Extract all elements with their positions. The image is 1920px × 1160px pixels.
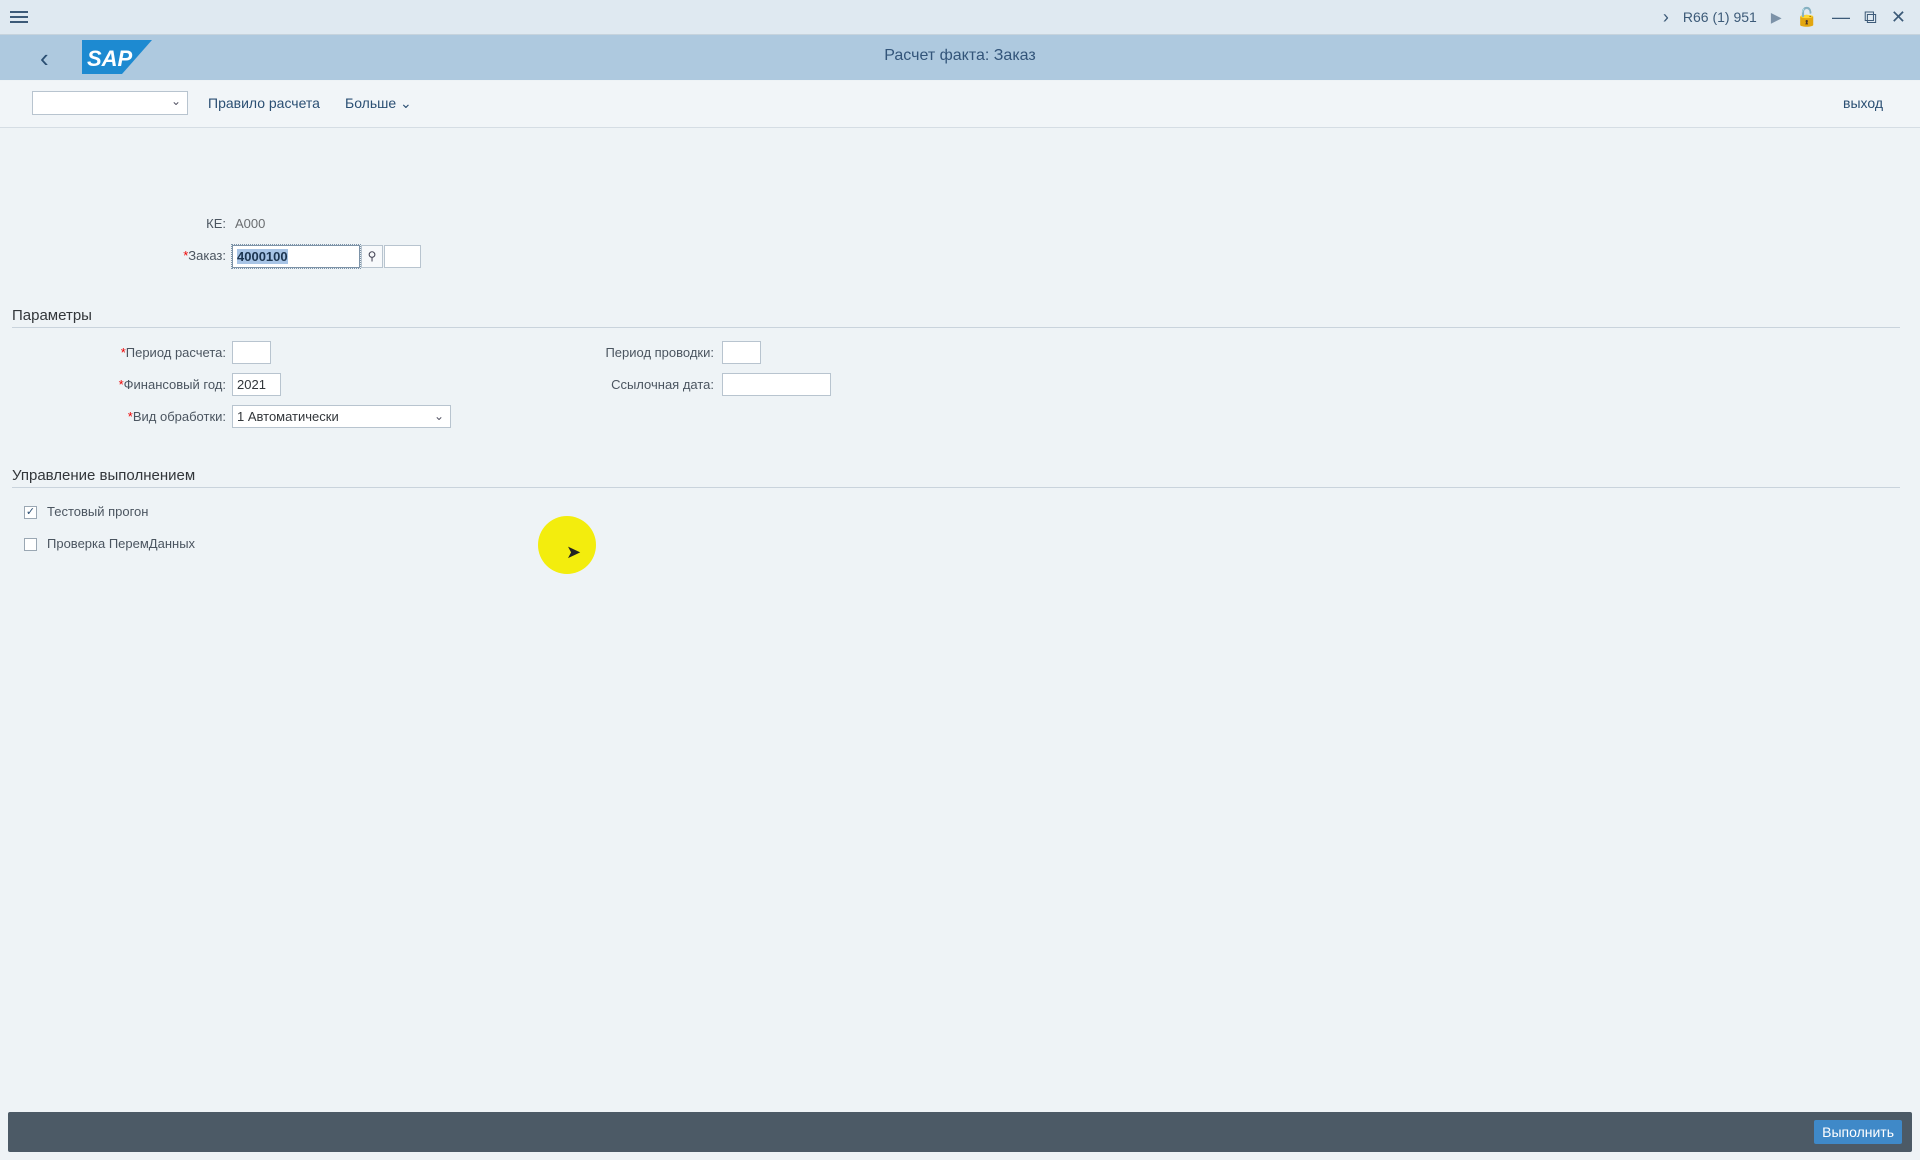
more-menu-button[interactable]: Больше ⌄ <box>345 95 412 112</box>
params-section-title: Параметры <box>12 307 92 324</box>
control-section-title: Управление выполнением <box>12 467 196 484</box>
divider <box>12 487 1900 488</box>
processing-label: *Вид обработки: <box>60 409 226 424</box>
variant-dropdown[interactable]: ⌄ <box>32 91 188 115</box>
system-controls: › R66 (1) 951 ▶ 🔓 — ⧉ ✕ <box>1663 0 1906 34</box>
fiscal-year-input[interactable]: 2021 <box>232 373 281 396</box>
order-input[interactable]: 4000100 <box>231 244 361 269</box>
chevron-down-icon: ⌄ <box>170 94 181 108</box>
session-info: R66 (1) 951 <box>1682 9 1757 25</box>
period-label: *Период расчета: <box>60 345 226 360</box>
calc-rule-button[interactable]: Правило расчета <box>208 95 320 111</box>
processing-label-text: Вид обработки: <box>132 409 226 424</box>
ke-label: КЕ: <box>206 216 226 231</box>
mouse-pointer-icon: ➤ <box>566 542 582 562</box>
play-icon[interactable]: ▶ <box>1771 9 1782 26</box>
posting-period-input[interactable] <box>722 341 761 364</box>
ref-date-input[interactable] <box>722 373 831 396</box>
system-bar: › R66 (1) 951 ▶ 🔓 — ⧉ ✕ <box>0 0 1920 35</box>
period-label-text: Период расчета: <box>125 345 226 360</box>
processing-select[interactable]: 1 Автоматически ⌄ <box>232 405 451 428</box>
maximize-icon[interactable]: ⧉ <box>1864 7 1877 28</box>
check-data-label: Проверка ПеремДанных <box>47 536 196 551</box>
shell-header: ‹ SAP Расчет факта: Заказ <box>0 35 1920 80</box>
ref-date-label: Ссылочная дата: <box>611 377 714 392</box>
divider <box>12 327 1900 328</box>
posting-period-label: Период проводки: <box>605 345 714 360</box>
menu-icon[interactable] <box>10 8 28 26</box>
fiscal-year-label: *Финансовый год: <box>60 377 226 392</box>
minimize-icon[interactable]: — <box>1832 7 1850 28</box>
test-run-checkbox[interactable]: ✓ <box>24 506 37 519</box>
exit-button[interactable]: выход <box>1843 95 1883 111</box>
order-label-text: Заказ: <box>188 248 226 263</box>
toolbar: ⌄ Правило расчета Больше ⌄ выход <box>0 81 1920 128</box>
ke-value: A000 <box>235 216 266 231</box>
order-second-input[interactable] <box>384 245 421 268</box>
chevron-down-icon: ⌄ <box>433 409 444 423</box>
search-help-icon[interactable]: ⚲ <box>361 245 383 268</box>
fiscal-year-label-text: Финансовый год: <box>123 377 226 392</box>
check-data-checkbox[interactable] <box>24 538 37 551</box>
test-run-label: Тестовый прогон <box>47 504 149 519</box>
close-icon[interactable]: ✕ <box>1891 7 1906 28</box>
more-label: Больше <box>345 95 397 111</box>
order-label: *Заказ: <box>120 248 226 263</box>
footer-bar: Выполнить <box>8 1112 1912 1152</box>
execute-button[interactable]: Выполнить <box>1814 1120 1902 1144</box>
order-value: 4000100 <box>237 249 288 264</box>
chevron-right-icon[interactable]: › <box>1663 7 1669 28</box>
lock-icon[interactable]: 🔓 <box>1796 7 1818 28</box>
page-title: Расчет факта: Заказ <box>884 47 1036 64</box>
chevron-down-icon: ⌄ <box>400 95 412 111</box>
period-input[interactable] <box>232 341 271 364</box>
processing-value: 1 Автоматически <box>237 409 339 424</box>
